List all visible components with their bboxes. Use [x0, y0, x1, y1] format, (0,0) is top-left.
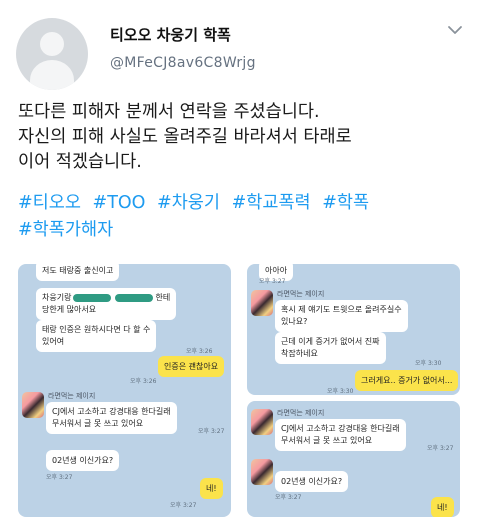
chat-timestamp: 오후 3:30	[327, 388, 354, 395]
chat-timestamp: 오후 3:30	[415, 360, 442, 367]
my-reply-bubble: 그러게요.. 증거가 없어서...	[355, 370, 459, 391]
user-handle[interactable]: @MFeCJ8av6C8Wrjg	[110, 55, 256, 71]
chat-screenshot-right-top[interactable]: 아아아 오후 3:27 라면먹는 제이지 혹시 제 얘기도 트윗으로 올려주실수…	[247, 264, 460, 395]
tweet-text: 또다른 피해자 분께서 연락을 주셨습니다. 자신의 피해 사실도 올려주길 바…	[18, 100, 470, 175]
hashtag-link[interactable]: #TOO	[93, 193, 146, 213]
chat-bubble: 혹시 제 얘기도 트윗으로 올려주실수 있나요?	[275, 300, 408, 332]
chat-text: 근데 이게 증거가 없어서 진짜	[281, 337, 380, 346]
chat-bubble: 근데 이게 증거가 없어서 진짜 착잡하네요	[275, 332, 386, 364]
chat-text: 있어여	[42, 337, 65, 346]
chat-sender-name: 라면먹는 제이지	[48, 392, 96, 400]
chat-timestamp: 오후 3:27	[46, 474, 73, 481]
chat-text: 차웅기랑	[42, 293, 72, 302]
chat-text: 태랑 인증은 원하시다면 다 할 수	[42, 325, 151, 334]
my-reply-bubble: 네!	[431, 497, 454, 517]
more-options-icon[interactable]	[445, 20, 465, 40]
chat-screenshot-left[interactable]: 저도 태랑중 출신이고 차웅기랑 한테 당한게 많아서요 태랑 인증은 원하시다면…	[18, 264, 231, 517]
my-reply-bubble: 인증은 괜찮아요	[158, 356, 225, 377]
hashtag-link[interactable]: #티오오	[18, 193, 81, 213]
chat-timestamp: 오후 3:27	[427, 445, 454, 452]
chat-screenshot-right-bottom[interactable]: 라면먹는 제이지 CJ에서 고소하고 강경대응 한다길래 무서워서 글 못 쓰고…	[247, 401, 460, 517]
chat-timestamp: 오후 3:26	[186, 348, 213, 355]
chat-bubble: CJ에서 고소하고 강경대응 한다길래 무서워서 글 못 쓰고 있어요	[275, 419, 406, 451]
chat-bubble: 차웅기랑 한테 당한게 많아서요	[36, 288, 177, 320]
chat-sender-name: 라면먹는 제이지	[277, 290, 325, 298]
sender-avatar-image	[251, 459, 273, 485]
chat-timestamp: 오후 3:26	[130, 378, 157, 385]
chat-bubble: CJ에서 고소하고 강경대응 한다길래 무서워서 글 못 쓰고 있어요	[46, 402, 177, 434]
chat-bubble: 저도 태랑중 출신이고	[36, 264, 120, 281]
chat-text: 당한게 많아서요	[42, 305, 97, 314]
chat-text: 무서워서 글 못 쓰고 있어요	[52, 419, 144, 428]
tweet-line: 자신의 피해 사실도 올려주길 바라셔서 타래로	[18, 127, 352, 147]
chat-text: 한테	[155, 293, 171, 302]
chat-text: 있나요?	[281, 317, 308, 326]
chat-text: CJ에서 고소하고 강경대응 한다길래	[281, 424, 400, 433]
redacted-name-blur	[73, 293, 112, 302]
hashtag-list: #티오오 #TOO #차웅기 #학교폭력 #학폭 #학폭가해자	[18, 190, 375, 244]
avatar-shoulders-shape	[30, 60, 74, 90]
hashtag-link[interactable]: #학교폭력	[232, 193, 311, 213]
chat-timestamp: 오후 3:27	[198, 428, 225, 435]
tweet-line: 또다른 피해자 분께서 연락을 주셨습니다.	[18, 102, 320, 122]
chat-bubble: 02년생 이신가요?	[46, 450, 120, 471]
avatar-head-shape	[40, 32, 64, 56]
hashtag-link[interactable]: #차웅기	[157, 193, 220, 213]
tweet-line: 이어 적겠습니다.	[18, 152, 142, 172]
chat-text: 무서워서 글 못 쓰고 있어요	[281, 436, 373, 445]
chat-text: 착잡하네요	[281, 349, 318, 358]
sender-avatar-image	[22, 392, 44, 418]
sender-avatar-image	[251, 290, 273, 316]
chat-bubble: 태랑 인증은 원하시다면 다 할 수 있어여	[36, 320, 157, 352]
user-avatar[interactable]	[16, 18, 88, 90]
chevron-down-icon	[448, 26, 462, 34]
redacted-name-blur	[115, 293, 154, 302]
user-display-name[interactable]: 티오오 차웅기 학폭	[110, 24, 231, 45]
sender-avatar-image	[251, 409, 273, 435]
hashtag-link[interactable]: #학폭	[322, 193, 369, 213]
chat-timestamp: 오후 3:27	[259, 278, 286, 285]
chat-sender-name: 라면먹는 제이지	[277, 409, 325, 417]
chat-bubble: 02년생 이신가요?	[275, 471, 349, 492]
chat-text: 혹시 제 얘기도 트윗으로 올려주실수	[281, 305, 402, 314]
chat-timestamp: 오후 3:27	[275, 494, 302, 501]
hashtag-link[interactable]: #학폭가해자	[18, 220, 113, 240]
chat-timestamp: 오후 3:27	[170, 502, 197, 509]
chat-text: CJ에서 고소하고 강경대응 한다길래	[52, 407, 171, 416]
my-reply-bubble: 네!	[200, 478, 223, 499]
